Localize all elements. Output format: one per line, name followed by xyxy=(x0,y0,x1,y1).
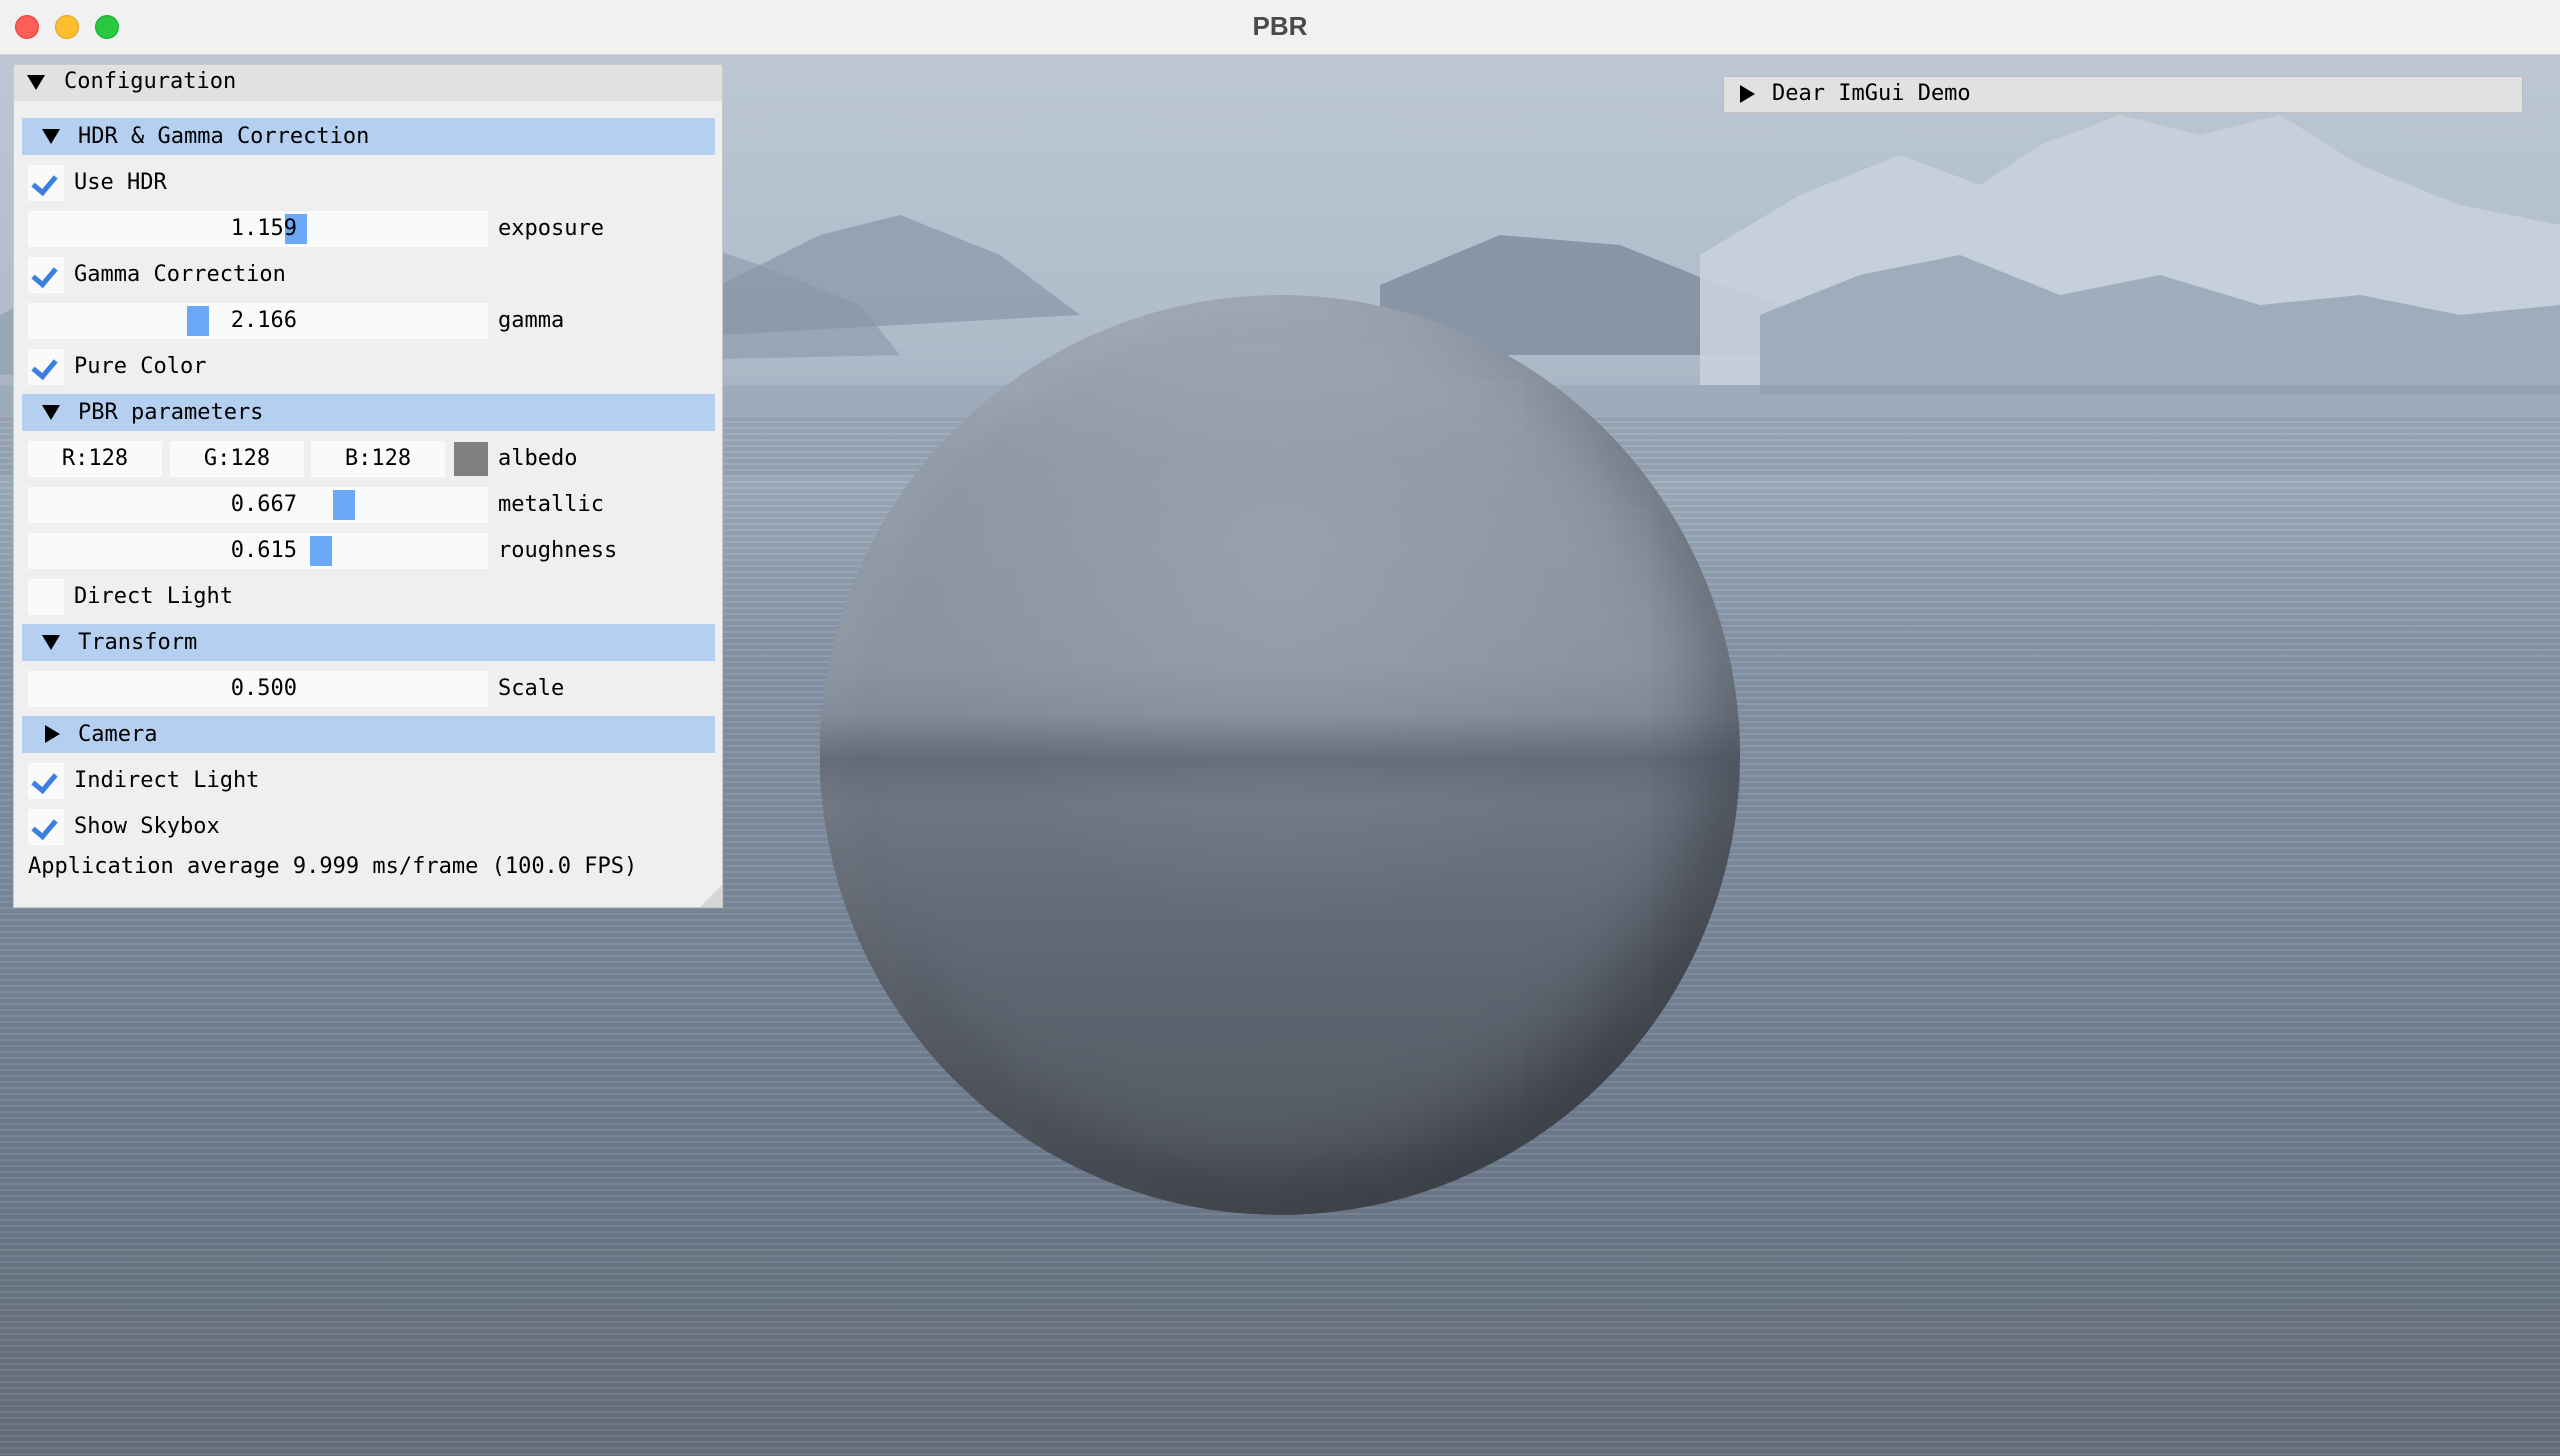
checkmark-icon xyxy=(31,352,58,381)
exposure-slider[interactable]: 1.159 xyxy=(28,211,488,247)
checkmark-icon xyxy=(31,812,58,841)
checkmark-icon xyxy=(31,260,58,289)
roughness-slider[interactable]: 0.615 xyxy=(28,533,488,569)
gamma-correction-checkbox[interactable] xyxy=(28,257,64,293)
indirect-light-checkbox[interactable] xyxy=(28,763,64,799)
checkmark-icon xyxy=(31,766,58,795)
sphere-reflection-horizon xyxy=(820,715,1740,805)
exposure-label: exposure xyxy=(498,216,604,241)
pure-color-label: Pure Color xyxy=(74,354,207,379)
collapsed-arrow-icon[interactable] xyxy=(1740,85,1755,103)
roughness-label: roughness xyxy=(498,538,618,563)
header-hdr-gamma[interactable]: HDR & Gamma Correction xyxy=(22,118,715,155)
metallic-value: 0.667 xyxy=(230,492,297,517)
scale-label: Scale xyxy=(498,676,565,701)
gamma-value: 2.166 xyxy=(230,308,297,333)
window-title: PBR xyxy=(1252,11,1308,41)
imgui-demo-window[interactable]: Dear ImGui Demo xyxy=(1723,76,2523,113)
albedo-r-field[interactable]: R:128 xyxy=(28,441,162,477)
gamma-correction-label: Gamma Correction xyxy=(74,262,286,287)
fps-stats-text: Application average 9.999 ms/frame (100.… xyxy=(28,854,638,879)
checkmark-icon xyxy=(31,168,58,197)
expand-arrow-icon xyxy=(42,635,60,650)
header-label: Transform xyxy=(78,630,198,655)
configuration-titlebar[interactable]: Configuration xyxy=(14,65,722,101)
expand-arrow-icon xyxy=(42,129,60,144)
header-label: PBR parameters xyxy=(78,400,264,425)
direct-light-checkbox[interactable] xyxy=(28,579,64,615)
show-skybox-label: Show Skybox xyxy=(74,814,220,839)
pbr-sphere xyxy=(820,295,1740,1215)
collapsed-arrow-icon xyxy=(45,725,60,743)
metallic-label: metallic xyxy=(498,492,604,517)
header-label: Camera xyxy=(78,722,158,747)
slider-grab[interactable] xyxy=(187,306,209,336)
header-transform[interactable]: Transform xyxy=(22,624,715,661)
slider-grab[interactable] xyxy=(333,490,355,520)
configuration-window[interactable]: Configuration HDR & Gamma Correction Use… xyxy=(13,64,723,908)
show-skybox-checkbox[interactable] xyxy=(28,809,64,845)
header-camera[interactable]: Camera xyxy=(22,716,715,753)
header-pbr-parameters[interactable]: PBR parameters xyxy=(22,394,715,431)
pure-color-checkbox[interactable] xyxy=(28,349,64,385)
use-hdr-checkbox[interactable] xyxy=(28,165,64,201)
albedo-g-value: G:128 xyxy=(203,446,271,471)
direct-light-label: Direct Light xyxy=(74,584,233,609)
gamma-slider[interactable]: 2.166 xyxy=(28,303,488,339)
use-hdr-label: Use HDR xyxy=(74,170,167,195)
albedo-color-swatch[interactable] xyxy=(454,442,488,476)
scale-value: 0.500 xyxy=(230,676,297,701)
title-bar: PBR xyxy=(0,0,2560,55)
resize-grip[interactable] xyxy=(700,885,722,907)
albedo-label: albedo xyxy=(498,446,578,471)
exposure-value: 1.159 xyxy=(230,216,297,241)
albedo-r-value: R:128 xyxy=(61,446,129,471)
albedo-b-value: B:128 xyxy=(344,446,412,471)
expand-arrow-icon xyxy=(42,405,60,420)
slider-grab[interactable] xyxy=(310,536,332,566)
collapse-arrow-icon[interactable] xyxy=(27,75,45,90)
configuration-title: Configuration xyxy=(64,69,237,94)
indirect-light-label: Indirect Light xyxy=(74,768,260,793)
roughness-value: 0.615 xyxy=(230,538,297,563)
imgui-demo-title: Dear ImGui Demo xyxy=(1772,81,1971,106)
header-label: HDR & Gamma Correction xyxy=(78,124,370,149)
albedo-g-field[interactable]: G:128 xyxy=(170,441,304,477)
albedo-b-field[interactable]: B:128 xyxy=(311,441,445,477)
scale-field[interactable]: 0.500 xyxy=(28,671,488,707)
metallic-slider[interactable]: 0.667 xyxy=(28,487,488,523)
gamma-label: gamma xyxy=(498,308,565,333)
